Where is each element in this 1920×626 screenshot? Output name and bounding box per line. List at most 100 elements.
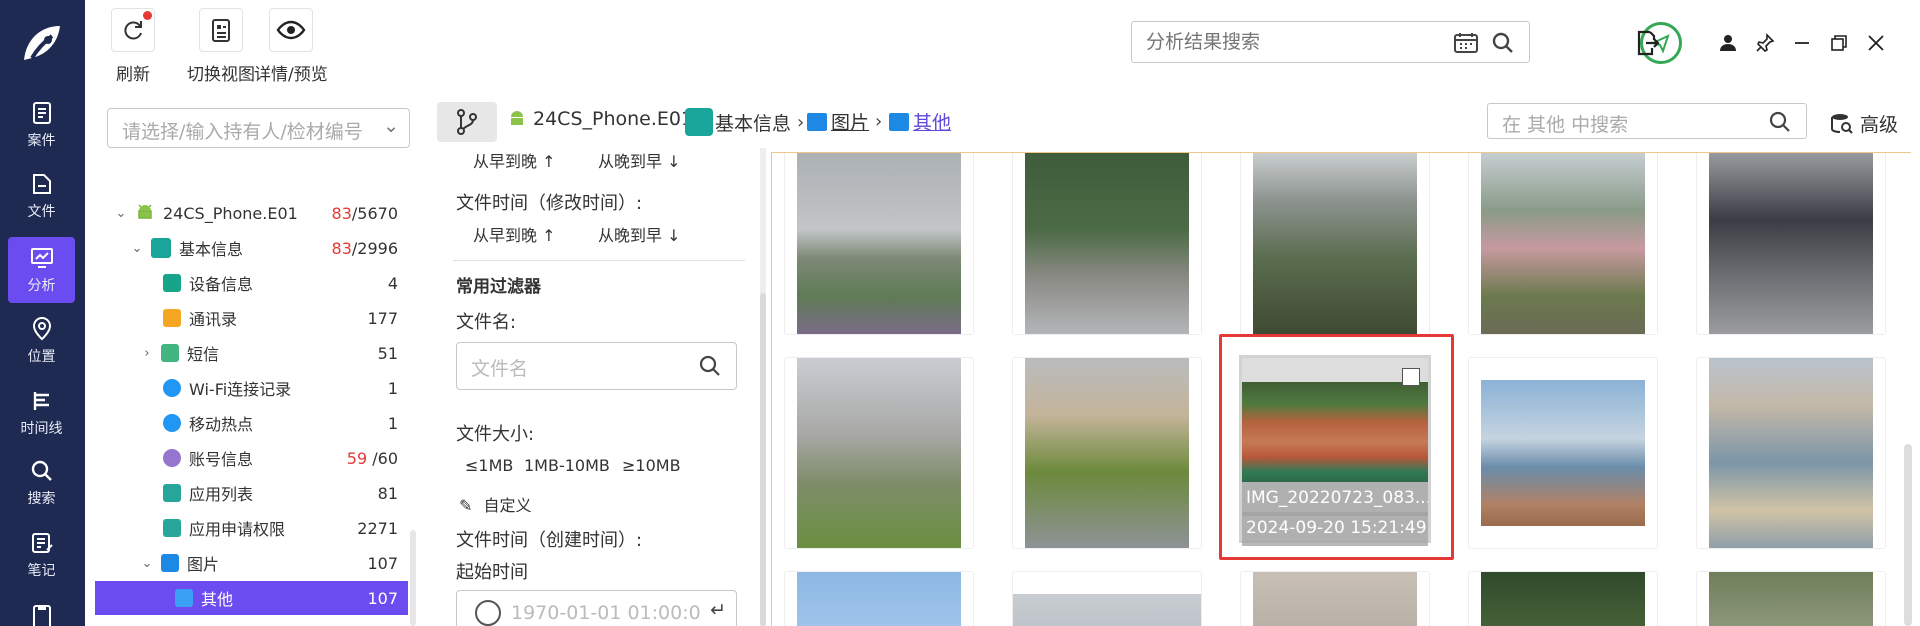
sort-desc-option-1[interactable]: 从晚到早 ↓ — [598, 148, 681, 172]
app-list-icon — [163, 484, 181, 502]
device-info-icon — [163, 274, 181, 292]
eye-icon — [276, 20, 306, 40]
pin-button[interactable] — [1752, 30, 1778, 56]
tree-item-device-info[interactable]: 设备信息 4 — [95, 266, 408, 300]
minimize-icon — [1795, 42, 1809, 44]
size-option-medium[interactable]: 1MB-10MB — [524, 456, 610, 475]
refresh-button[interactable]: 刷新 — [111, 8, 155, 85]
restore-icon — [1831, 35, 1847, 51]
tree-item-other[interactable]: 其他 107 — [95, 581, 408, 615]
switch-view-button[interactable]: 切换视图 — [187, 8, 255, 85]
breadcrumb-phone[interactable]: 24CS_Phone.E01 › — [507, 108, 712, 130]
folder-icon — [32, 174, 51, 194]
tree-item-contacts[interactable]: 通讯录 177 — [95, 301, 408, 335]
nav-item-case[interactable]: 案件 — [8, 92, 75, 158]
close-button[interactable] — [1863, 30, 1889, 56]
image-thumbnail[interactable] — [1468, 571, 1658, 626]
sort-desc-option-2[interactable]: 从晚到早 ↓ — [598, 222, 681, 246]
close-icon — [1868, 35, 1884, 51]
sort-asc-option-1[interactable]: 从早到晚 ↑ — [473, 148, 556, 172]
ctime-label: 文件时间（创建时间）: — [456, 530, 643, 551]
note-icon — [31, 533, 53, 553]
tree-item-hotspot[interactable]: 移动热点 1 — [95, 406, 408, 440]
select-checkbox[interactable] — [1402, 368, 1420, 386]
tree-item-accounts[interactable]: 账号信息 59 /60 — [95, 441, 408, 475]
calendar-icon[interactable] — [1453, 32, 1479, 54]
user-icon — [1720, 35, 1736, 51]
size-option-small[interactable]: ≤1MB — [465, 456, 513, 475]
tree-item-wifi[interactable]: Wi-Fi连接记录 1 — [95, 371, 408, 405]
image-thumbnail[interactable] — [1468, 357, 1658, 549]
case-icon — [32, 102, 51, 124]
analysis-icon — [30, 248, 53, 268]
filter-scrollbar[interactable] — [760, 148, 766, 626]
selected-image-card[interactable]: IMG_20220723_083... 2024-09-20 15:21:49 — [1239, 355, 1431, 546]
image-thumbnail[interactable] — [1696, 153, 1886, 335]
image-thumbnail[interactable] — [1012, 153, 1202, 335]
common-filters-title: 常用过滤器 — [456, 277, 541, 297]
image-thumbnail[interactable] — [1696, 571, 1886, 626]
image-icon — [161, 554, 179, 572]
nav-item-analysis[interactable]: 分析 — [8, 237, 75, 303]
detail-preview-button[interactable]: 详情/预览 — [254, 8, 328, 85]
analysis-search-input[interactable] — [1131, 21, 1530, 63]
clock-icon — [475, 600, 501, 626]
refresh-icon — [124, 21, 142, 40]
chevron-right-icon: › — [144, 345, 150, 361]
wifi-icon — [163, 379, 181, 397]
tree-item-app-permissions[interactable]: 应用申请权限 2271 — [95, 511, 408, 545]
image-thumbnail[interactable] — [1468, 153, 1658, 335]
pin-icon — [1756, 33, 1775, 52]
image-thumbnail[interactable] — [1012, 571, 1202, 626]
nav-item-timeline[interactable]: 时间线 — [8, 380, 75, 446]
start-time-label: 起始时间 — [456, 562, 528, 583]
image-thumbnail[interactable] — [1012, 357, 1202, 549]
size-option-large[interactable]: ≥10MB — [622, 456, 681, 475]
tree-item-basic-info[interactable]: ⌄ 基本信息 83/2996 — [95, 231, 408, 265]
nav-item-location[interactable]: 位置 — [8, 308, 75, 374]
image-thumbnail[interactable] — [1240, 571, 1430, 626]
start-time-input[interactable]: 1970-01-01 01:00:00 ↵ — [456, 590, 737, 626]
breadcrumb-other[interactable]: 其他 — [889, 108, 951, 135]
image-thumbnail[interactable] — [784, 571, 974, 626]
search-icon[interactable] — [698, 354, 722, 378]
filename-input[interactable]: 文件名 — [456, 342, 737, 390]
analysis-search-field[interactable] — [1132, 31, 1432, 53]
nav-item-search[interactable]: 搜索 — [8, 450, 75, 516]
custom-size-option[interactable]: ✎ 自定义 — [459, 492, 532, 516]
user-button[interactable] — [1715, 30, 1741, 56]
branch-icon — [457, 109, 477, 135]
breadcrumb-images[interactable]: 图片 › — [807, 108, 888, 135]
timeline-icon — [33, 392, 49, 410]
android-icon — [511, 111, 523, 125]
export-button[interactable] — [1630, 30, 1664, 56]
chevron-down-icon: ⌄ — [131, 240, 143, 256]
evidence-tree: 请选择/输入持有人/检材编号 ⌄ ⌄ 24CS_Phone.E01 83/567… — [95, 94, 418, 626]
tree-scrollbar[interactable] — [410, 530, 416, 626]
branch-button[interactable] — [437, 102, 497, 142]
scoped-search-input[interactable]: 在 其他 中搜索 — [1487, 103, 1807, 139]
image-thumbnail[interactable] — [784, 153, 974, 335]
restore-button[interactable] — [1826, 30, 1852, 56]
tree-item-sms[interactable]: › 短信 51 — [95, 336, 408, 370]
holder-select-input[interactable]: 请选择/输入持有人/检材编号 ⌄ — [107, 108, 410, 148]
left-navigation: 案件 文件 分析 位置 时间线 搜索 笔记 — [0, 0, 85, 626]
top-toolbar: 刷新 切换视图 详情/预览 — [85, 0, 1920, 86]
chevron-down-icon: ⌄ — [141, 555, 153, 571]
tree-item-app-list[interactable]: 应用列表 81 — [95, 476, 408, 510]
breadcrumb-basic-info[interactable]: 基本信息 › — [685, 108, 810, 136]
nav-item-file[interactable]: 文件 — [8, 163, 75, 229]
image-thumbnail[interactable] — [1696, 357, 1886, 549]
gallery-scrollbar[interactable] — [1904, 444, 1912, 626]
image-thumbnail[interactable] — [1240, 153, 1430, 335]
report-icon[interactable] — [29, 603, 55, 626]
sort-asc-option-2[interactable]: 从早到晚 ↑ — [473, 222, 556, 246]
tree-item-images[interactable]: ⌄ 图片 107 — [95, 546, 408, 580]
advanced-search-button[interactable]: 高级 — [1830, 110, 1898, 137]
image-thumbnail[interactable] — [784, 357, 974, 549]
search-icon[interactable] — [1768, 110, 1792, 134]
tree-item-phone[interactable]: ⌄ 24CS_Phone.E01 83/5670 — [95, 196, 408, 230]
nav-item-note[interactable]: 笔记 — [8, 522, 75, 588]
minimize-button[interactable] — [1789, 30, 1815, 56]
search-icon[interactable] — [1491, 31, 1515, 55]
